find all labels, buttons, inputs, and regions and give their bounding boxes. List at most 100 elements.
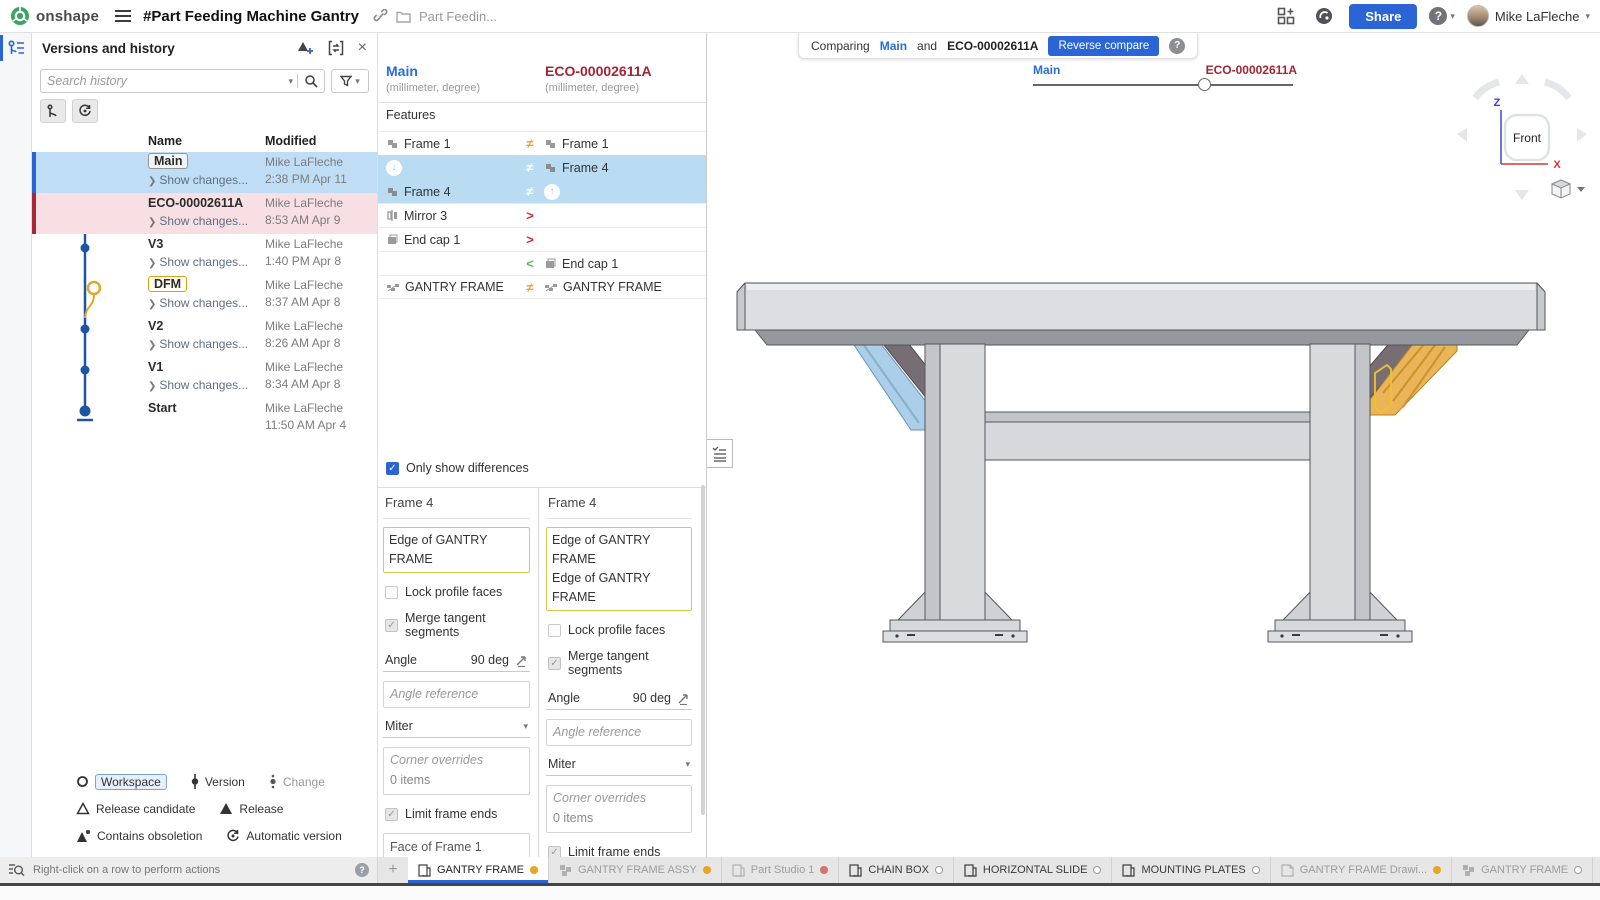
create-version-icon[interactable] — [296, 40, 314, 56]
limit-frame-ends-checkbox[interactable]: ✓ — [385, 808, 398, 821]
tab-chain-box[interactable]: CHAIN BOX — [839, 857, 954, 883]
view-cube[interactable]: Front Z X — [1447, 68, 1597, 208]
show-changes-link[interactable]: ❯Show changes... — [148, 337, 248, 351]
merge-tangent-segments-row[interactable]: ✓ Merge tangent segments — [548, 649, 692, 677]
limit-frame-ends-row[interactable]: ✓ Limit frame ends — [385, 807, 530, 821]
tab-part-studio-1[interactable]: Part Studio 1 — [722, 857, 840, 883]
tab-horizontal-slide[interactable]: HORIZONTAL SLIDE — [954, 857, 1113, 883]
user-menu[interactable]: Mike LaFleche ▾ — [1467, 5, 1590, 27]
workspace-chip-main[interactable]: Main — [148, 153, 188, 169]
lock-profile-faces-checkbox[interactable] — [548, 624, 561, 637]
share-button[interactable]: Share — [1349, 4, 1417, 29]
search-history-input[interactable]: Search history ▾ — [40, 69, 325, 93]
show-changes-link[interactable]: ❯Show changes... — [148, 296, 248, 310]
configure-variable-icon[interactable] — [677, 692, 690, 705]
history-row-v3[interactable]: V3 ❯Show changes... Mike LaFleche 1:40 P… — [32, 234, 378, 275]
compare-left-title[interactable]: Main — [386, 63, 418, 79]
slider-track[interactable] — [1033, 84, 1293, 86]
tab-gantry-frame-assy[interactable]: GANTRY FRAME ASSY — [549, 857, 722, 883]
limit-frame-ends-checkbox[interactable]: ✓ — [548, 846, 561, 858]
comparing-left-link[interactable]: Main — [880, 39, 907, 53]
angle-reference-input[interactable]: Angle reference — [546, 719, 692, 746]
view-mode-cube-icon[interactable] — [1552, 180, 1570, 198]
slider-right-label[interactable]: ECO-00002611A — [1206, 63, 1297, 77]
corner-type-dropdown[interactable]: Miter ▾ — [383, 717, 530, 738]
limit-frame-ends-row[interactable]: ✓ Limit frame ends — [548, 845, 692, 857]
view-mode-caret-icon[interactable] — [1577, 187, 1585, 192]
compare-right-title[interactable]: ECO-00002611A — [545, 63, 652, 79]
corner-overrides-box[interactable]: Corner overrides 0 items — [383, 747, 530, 795]
show-branches-toggle[interactable] — [40, 99, 66, 123]
angle-field[interactable]: Angle 90 deg — [546, 689, 692, 710]
copy-link-icon[interactable] — [373, 9, 388, 24]
search-icon[interactable] — [297, 74, 318, 88]
details-scrollbar[interactable] — [701, 485, 705, 815]
row-name[interactable]: V1 — [148, 360, 163, 374]
show-changes-link[interactable]: ❯Show changes... — [148, 255, 248, 269]
row-name[interactable]: V3 — [148, 237, 163, 251]
graphics-viewport[interactable]: Comparing Main and ECO-00002611A Reverse… — [707, 33, 1600, 857]
lock-profile-faces-row[interactable]: Lock profile faces — [385, 585, 530, 599]
filter-button[interactable]: ▾ — [331, 69, 369, 93]
show-changes-link[interactable]: ❯Show changes... — [148, 378, 248, 392]
corner-type-dropdown[interactable]: Miter ▾ — [546, 755, 692, 776]
search-caret-icon[interactable]: ▾ — [288, 76, 293, 87]
history-row-dfm[interactable]: DFM ❯Show changes... Mike LaFleche 8:37 … — [32, 275, 378, 316]
history-row-start[interactable]: Start Mike LaFleche 11:50 AM Apr 4 — [32, 398, 378, 439]
merge-tangent-checkbox[interactable]: ✓ — [385, 619, 398, 632]
history-row-v1[interactable]: V1 ❯Show changes... Mike LaFleche 8:34 A… — [32, 357, 378, 398]
feature-row-mirror3[interactable]: Mirror 3 > — [378, 203, 707, 227]
merge-tangent-checkbox[interactable]: ✓ — [548, 657, 561, 670]
row-name[interactable]: V2 — [148, 319, 163, 333]
help-icon[interactable]: ? — [1429, 7, 1447, 25]
feature-row-moved-down[interactable]: ↓ ≠ Frame 4 — [378, 155, 707, 179]
folder-name[interactable]: Part Feedin... — [419, 9, 497, 24]
status-help-icon[interactable]: ? — [355, 863, 369, 877]
only-show-differences[interactable]: ✓ Only show differences — [386, 461, 529, 475]
versions-panel-toggle[interactable] — [0, 33, 32, 63]
close-panel-icon[interactable]: × — [358, 40, 367, 56]
view-cube-face-label[interactable]: Front — [1513, 131, 1542, 145]
tab-gantry-frame-drawing[interactable]: GANTRY FRAME Drawi... — [1271, 857, 1452, 883]
selection-list[interactable]: Edge of GANTRY FRAME — [383, 527, 530, 573]
show-changes-link[interactable]: ❯Show changes... — [148, 214, 248, 228]
feature-row-moved-up[interactable]: Frame 4 ≠ ↑ — [378, 179, 707, 203]
comparing-right-link[interactable]: ECO-00002611A — [947, 39, 1038, 53]
workspace-chip-dfm[interactable]: DFM — [148, 276, 187, 292]
tab-gantry-frame[interactable]: GANTRY FRAME — [408, 857, 549, 883]
slider-handle[interactable] — [1198, 78, 1211, 91]
tab-mounting-plates[interactable]: MOUNTING PLATES — [1112, 857, 1270, 883]
feature-list-flyout-toggle[interactable] — [707, 439, 733, 468]
compare-help-icon[interactable]: ? — [1169, 38, 1185, 54]
feature-row-endcap-right[interactable]: < End cap 1 — [378, 251, 707, 275]
hamburger-menu-icon[interactable] — [115, 9, 131, 23]
add-tab-button[interactable]: + — [378, 857, 408, 883]
limit-faces-list[interactable]: Face of Frame 1 Face of Frame 1 Face of … — [383, 833, 530, 857]
help-menu[interactable]: ? ▾ — [1429, 7, 1455, 25]
row-name[interactable]: ECO-00002611A — [148, 196, 243, 210]
feature-row-endcap-left[interactable]: End cap 1 > — [378, 227, 707, 251]
history-row-eco[interactable]: ECO-00002611A ❯Show changes... Mike LaFl… — [32, 193, 378, 234]
reverse-compare-button[interactable]: Reverse compare — [1048, 36, 1159, 56]
only-show-differences-checkbox[interactable]: ✓ — [386, 462, 399, 475]
angle-field[interactable]: Angle 90 deg — [383, 651, 530, 672]
show-changes-link[interactable]: ❯Show changes... — [148, 173, 248, 187]
merge-tangent-segments-row[interactable]: ✓ Merge tangent segments — [385, 611, 530, 639]
selection-list[interactable]: Edge of GANTRY FRAME Edge of GANTRY FRAM… — [546, 527, 692, 611]
compare-versions-icon[interactable] — [328, 40, 344, 56]
apps-grid-icon[interactable] — [1277, 7, 1295, 25]
lock-profile-faces-checkbox[interactable] — [385, 586, 398, 599]
slider-left-label[interactable]: Main — [1033, 63, 1060, 77]
history-row-v2[interactable]: V2 ❯Show changes... Mike LaFleche 8:26 A… — [32, 316, 378, 357]
row-name[interactable]: Start — [148, 401, 176, 415]
show-changes-toggle[interactable] — [72, 99, 98, 123]
lock-profile-faces-row[interactable]: Lock profile faces — [548, 623, 692, 637]
search-feature-list-icon[interactable] — [8, 863, 25, 878]
configure-variable-icon[interactable] — [515, 654, 528, 667]
angle-reference-input[interactable]: Angle reference — [383, 681, 530, 708]
onshape-logo[interactable]: onshape — [10, 6, 99, 26]
tab-gantry-frame-2[interactable]: GANTRY FRAME — [1452, 857, 1593, 883]
feature-row-frame1[interactable]: Frame 1 ≠ Frame 1 — [378, 131, 707, 155]
user-avatar[interactable] — [1467, 5, 1489, 27]
history-row-main[interactable]: Main ❯Show changes... Mike LaFleche 2:38… — [32, 152, 378, 193]
